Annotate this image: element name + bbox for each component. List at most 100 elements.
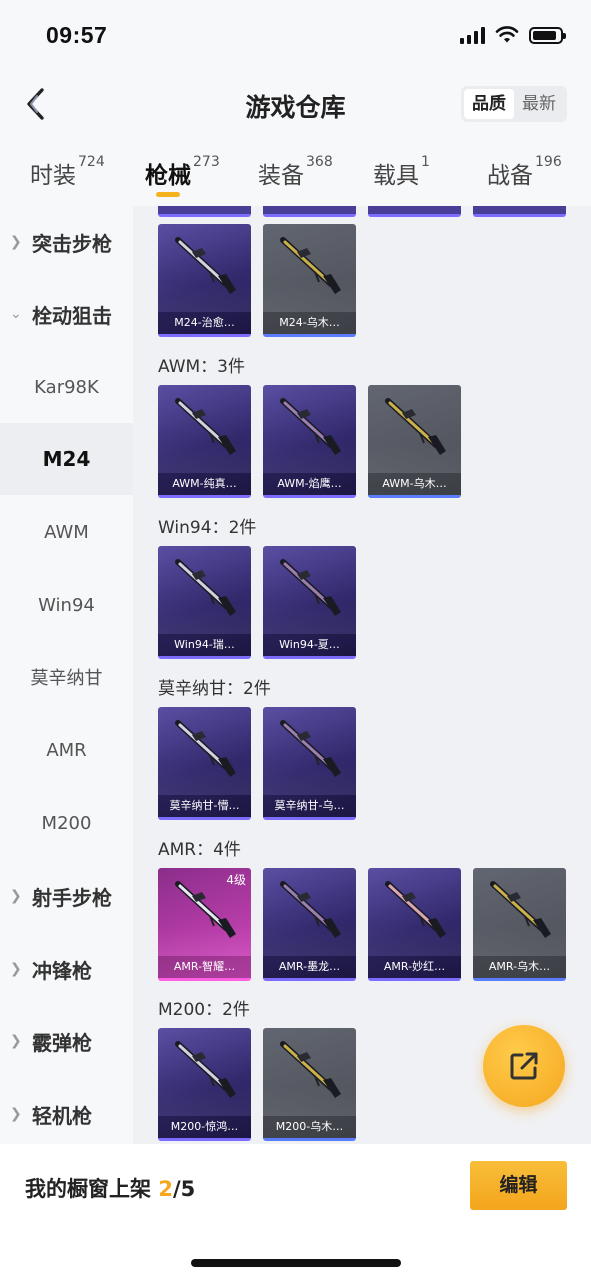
item-name: M24-治愈… (158, 312, 251, 334)
item-card[interactable]: 莫辛纳甘-懵… (158, 707, 251, 820)
share-button[interactable] (483, 1025, 565, 1107)
chevron-right-icon: ❯ (10, 1106, 22, 1122)
partial-item-card[interactable] (263, 206, 356, 217)
item-card[interactable]: AWM-乌木… (368, 385, 461, 498)
status-time: 09:57 (46, 22, 108, 48)
partial-item-card[interactable] (368, 206, 461, 217)
tab-count: 724 (78, 154, 105, 170)
sniper-rifle-icon (385, 881, 446, 938)
wifi-icon (495, 26, 519, 43)
item-name: AMR-智耀… (158, 956, 251, 978)
sniper-rifle-icon (175, 398, 236, 455)
section-title: AWM：3件 (158, 357, 245, 377)
share-export-icon (510, 1052, 538, 1080)
sidebar-item-smg[interactable]: ❯ 冲锋枪 (0, 933, 133, 1005)
partial-item-card[interactable] (473, 206, 566, 217)
sidebar-item-label: 突击步枪 (32, 231, 112, 256)
status-icons (460, 26, 566, 44)
item-card[interactable]: AWM-纯真… (158, 385, 251, 498)
item-card[interactable]: AWM-焰鹰… (263, 385, 356, 498)
tab-supplies[interactable]: 战备196 (487, 154, 562, 190)
sidebar-item-lmg[interactable]: ❯ 轻机枪 (0, 1078, 133, 1144)
item-name: 莫辛纳甘-乌… (263, 795, 356, 817)
shelf-label: 我的橱窗上架 (25, 1177, 159, 1201)
sidebar-item-kar98k[interactable]: Kar98K (0, 351, 133, 423)
partial-item-card[interactable] (158, 206, 251, 217)
section-title: M200：2件 (158, 1000, 250, 1020)
sniper-rifle-icon (385, 398, 446, 455)
sidebar-item-label: 冲锋枪 (32, 958, 92, 983)
item-name: 莫辛纳甘-懵… (158, 795, 251, 817)
item-name: M24-乌木… (263, 312, 356, 334)
sniper-rifle-icon (280, 720, 341, 777)
tab-count: 1 (421, 154, 430, 170)
section-title: AMR：4件 (158, 840, 241, 860)
sidebar-item-m24[interactable]: M24 (0, 423, 133, 495)
item-card[interactable]: M200-惊鸿… (158, 1028, 251, 1141)
item-name: AMR-乌木… (473, 956, 566, 978)
item-card[interactable]: 4级 AMR-智耀… (158, 868, 251, 981)
status-bar: 09:57 (0, 0, 591, 70)
item-card[interactable]: M24-治愈… (158, 224, 251, 337)
sidebar-item-amr[interactable]: AMR (0, 714, 133, 786)
tab-equipment[interactable]: 装备368 (258, 154, 333, 190)
sidebar-item-shotgun[interactable]: ❯ 霰弹枪 (0, 1005, 133, 1077)
item-card[interactable]: M24-乌木… (263, 224, 356, 337)
tab-vehicles[interactable]: 载具1 (373, 154, 430, 190)
sniper-rifle-icon (280, 1041, 341, 1098)
item-name: AWM-焰鹰… (263, 473, 356, 495)
sidebar-item-win94[interactable]: Win94 (0, 569, 133, 641)
item-card[interactable]: M200-乌木… (263, 1028, 356, 1141)
item-name: Win94-夏… (263, 634, 356, 656)
sidebar-item-label: 霰弹枪 (32, 1030, 92, 1055)
sidebar-item-awm[interactable]: AWM (0, 496, 133, 568)
sniper-rifle-icon (175, 559, 236, 616)
item-card[interactable]: Win94-瑞… (158, 546, 251, 659)
sidebar-item-assault-rifle[interactable]: ❯ 突击步枪 (0, 206, 133, 278)
tab-fashion[interactable]: 时装724 (30, 154, 105, 190)
sidebar-item-label: 射手步枪 (32, 885, 112, 910)
sniper-rifle-icon (280, 237, 341, 294)
sort-option-quality[interactable]: 品质 (464, 89, 514, 119)
tab-label: 装备 (258, 163, 304, 189)
sidebar: ❯ 突击步枪 ⌄ 栓动狙击 Kar98K M24 AWM Win94 莫辛纳甘 AM… (0, 206, 133, 1144)
sniper-rifle-icon (280, 559, 341, 616)
sidebar-item-mosin[interactable]: 莫辛纳甘 (0, 641, 133, 713)
tab-label: 载具 (373, 163, 419, 189)
item-name: AWM-纯真… (158, 473, 251, 495)
showcase-shelf-status: 我的橱窗上架 2/5 (25, 1173, 195, 1203)
sidebar-item-bolt-sniper[interactable]: ⌄ 栓动狙击 (0, 278, 133, 350)
item-grid-area[interactable]: M24-治愈… M24-乌木… AWM：3件 AWM-纯真… AWM-焰鹰… AWM-乌木… (133, 206, 591, 1144)
sort-option-latest[interactable]: 最新 (514, 89, 564, 119)
section-title: Win94：2件 (158, 518, 257, 538)
category-tabs: 时装724 枪械273 装备368 载具1 战备196 (0, 140, 591, 206)
sort-toggle: 品质 最新 (461, 86, 567, 122)
item-card[interactable]: AMR-墨龙… (263, 868, 356, 981)
item-name: AWM-乌木… (368, 473, 461, 495)
tab-count: 273 (193, 154, 220, 170)
home-indicator (191, 1259, 401, 1267)
tab-label: 战备 (487, 163, 533, 189)
nav-bar: 游戏仓库 品质 最新 (0, 70, 591, 140)
item-name: Win94-瑞… (158, 634, 251, 656)
sniper-rifle-icon (280, 881, 341, 938)
bottom-bar: 我的橱窗上架 2/5 编辑 (0, 1144, 591, 1280)
sidebar-item-marksman-rifle[interactable]: ❯ 射手步枪 (0, 860, 133, 932)
chevron-right-icon: ❯ (10, 1033, 22, 1049)
item-card[interactable]: AMR-妙红… (368, 868, 461, 981)
sniper-rifle-icon (175, 237, 236, 294)
chevron-right-icon: ❯ (10, 234, 22, 250)
item-name: AMR-墨龙… (263, 956, 356, 978)
tab-guns[interactable]: 枪械273 (145, 154, 220, 190)
edit-button[interactable]: 编辑 (470, 1161, 567, 1210)
sniper-rifle-icon (490, 881, 551, 938)
item-card[interactable]: 莫辛纳甘-乌… (263, 707, 356, 820)
shelf-current-count: 2 (158, 1177, 173, 1201)
tab-label: 时装 (30, 163, 76, 189)
chevron-right-icon: ❯ (10, 888, 22, 904)
sidebar-item-label: 栓动狙击 (32, 303, 112, 328)
item-card[interactable]: Win94-夏… (263, 546, 356, 659)
cellular-signal-icon (460, 26, 485, 44)
sidebar-item-m200[interactable]: M200 (0, 787, 133, 859)
item-card[interactable]: AMR-乌木… (473, 868, 566, 981)
